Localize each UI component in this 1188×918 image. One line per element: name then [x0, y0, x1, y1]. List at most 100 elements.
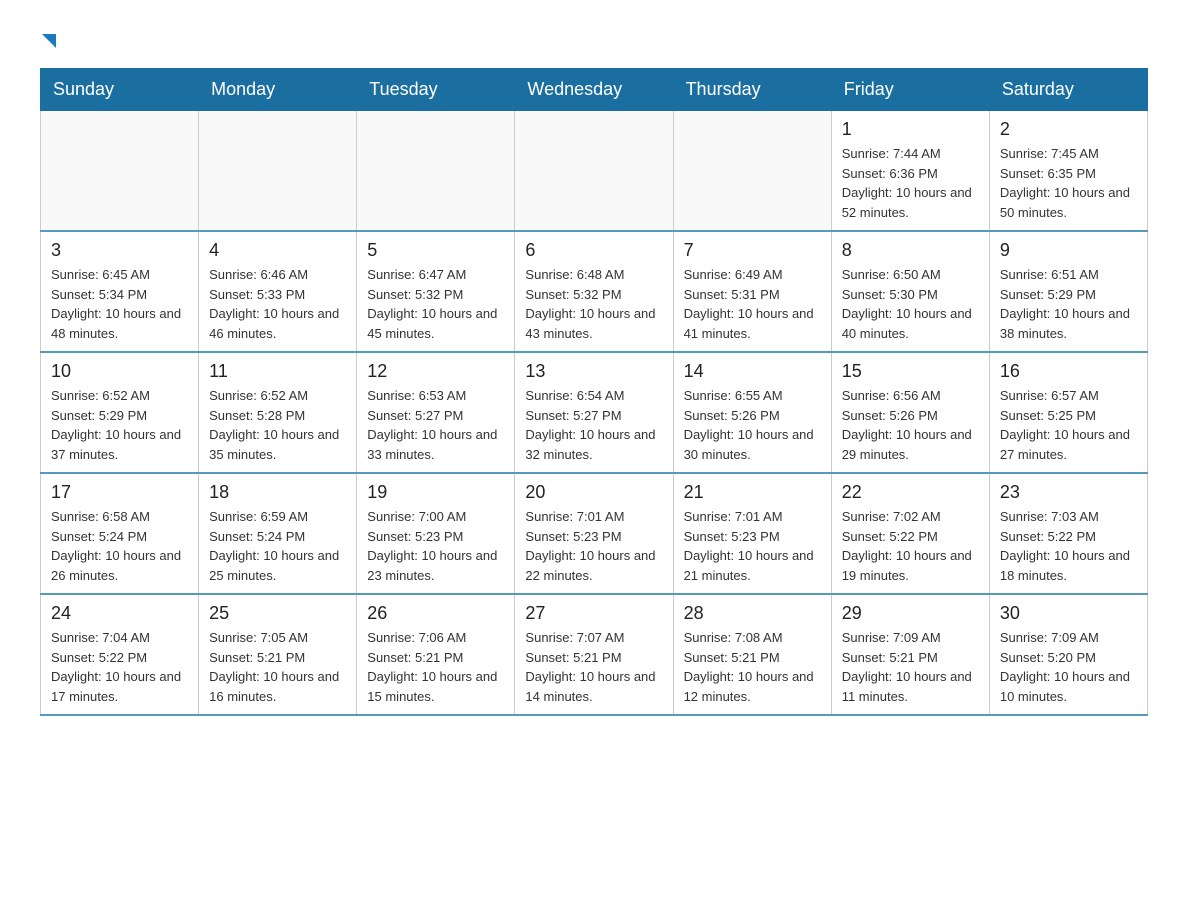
- calendar-cell: 15 Sunrise: 6:56 AM Sunset: 5:26 PM Dayli…: [831, 352, 989, 473]
- day-info: Sunrise: 7:44 AM Sunset: 6:36 PM Dayligh…: [842, 144, 979, 222]
- calendar-cell: 3 Sunrise: 6:45 AM Sunset: 5:34 PM Daylig…: [41, 231, 199, 352]
- calendar-cell: 16 Sunrise: 6:57 AM Sunset: 5:25 PM Dayli…: [989, 352, 1147, 473]
- day-info: Sunrise: 6:52 AM Sunset: 5:29 PM Dayligh…: [51, 386, 188, 464]
- calendar-cell: 10 Sunrise: 6:52 AM Sunset: 5:29 PM Dayli…: [41, 352, 199, 473]
- calendar-cell: 8 Sunrise: 6:50 AM Sunset: 5:30 PM Daylig…: [831, 231, 989, 352]
- day-info: Sunrise: 7:04 AM Sunset: 5:22 PM Dayligh…: [51, 628, 188, 706]
- weekday-row: SundayMondayTuesdayWednesdayThursdayFrid…: [41, 69, 1148, 111]
- week-row-2: 3 Sunrise: 6:45 AM Sunset: 5:34 PM Daylig…: [41, 231, 1148, 352]
- calendar-cell: [515, 111, 673, 232]
- day-number: 14: [684, 361, 821, 382]
- day-number: 3: [51, 240, 188, 261]
- calendar-cell: 23Sunrise: 7:03 AM Sunset: 5:22 PM Dayli…: [989, 473, 1147, 594]
- calendar-cell: 4 Sunrise: 6:46 AM Sunset: 5:33 PM Daylig…: [199, 231, 357, 352]
- day-info: Sunrise: 7:45 AM Sunset: 6:35 PM Dayligh…: [1000, 144, 1137, 222]
- calendar-body: 1 Sunrise: 7:44 AM Sunset: 6:36 PM Daylig…: [41, 111, 1148, 716]
- day-info: Sunrise: 7:09 AM Sunset: 5:21 PM Dayligh…: [842, 628, 979, 706]
- day-info: Sunrise: 7:05 AM Sunset: 5:21 PM Dayligh…: [209, 628, 346, 706]
- calendar-cell: 26 Sunrise: 7:06 AM Sunset: 5:21 PM Dayli…: [357, 594, 515, 715]
- day-number: 9: [1000, 240, 1137, 261]
- day-info: Sunrise: 6:47 AM Sunset: 5:32 PM Dayligh…: [367, 265, 504, 343]
- calendar-table: SundayMondayTuesdayWednesdayThursdayFrid…: [40, 68, 1148, 716]
- calendar-cell: 5 Sunrise: 6:47 AM Sunset: 5:32 PM Daylig…: [357, 231, 515, 352]
- calendar-cell: 9 Sunrise: 6:51 AM Sunset: 5:29 PM Daylig…: [989, 231, 1147, 352]
- page-header: [40, 30, 1148, 48]
- day-number: 25: [209, 603, 346, 624]
- weekday-header-friday: Friday: [831, 69, 989, 111]
- day-info: Sunrise: 7:08 AM Sunset: 5:21 PM Dayligh…: [684, 628, 821, 706]
- day-info: Sunrise: 6:51 AM Sunset: 5:29 PM Dayligh…: [1000, 265, 1137, 343]
- day-number: 1: [842, 119, 979, 140]
- logo-arrow-icon: [42, 34, 56, 48]
- day-info: Sunrise: 7:09 AM Sunset: 5:20 PM Dayligh…: [1000, 628, 1137, 706]
- calendar-cell: 24 Sunrise: 7:04 AM Sunset: 5:22 PM Dayli…: [41, 594, 199, 715]
- day-number: 19: [367, 482, 504, 503]
- day-number: 24: [51, 603, 188, 624]
- day-info: Sunrise: 7:06 AM Sunset: 5:21 PM Dayligh…: [367, 628, 504, 706]
- day-number: 23: [1000, 482, 1137, 503]
- calendar-cell: 25 Sunrise: 7:05 AM Sunset: 5:21 PM Dayli…: [199, 594, 357, 715]
- calendar-cell: 17Sunrise: 6:58 AM Sunset: 5:24 PM Dayli…: [41, 473, 199, 594]
- calendar-cell: 28 Sunrise: 7:08 AM Sunset: 5:21 PM Dayli…: [673, 594, 831, 715]
- calendar-cell: 13 Sunrise: 6:54 AM Sunset: 5:27 PM Dayli…: [515, 352, 673, 473]
- day-number: 26: [367, 603, 504, 624]
- day-info: Sunrise: 6:54 AM Sunset: 5:27 PM Dayligh…: [525, 386, 662, 464]
- day-number: 10: [51, 361, 188, 382]
- day-info: Sunrise: 6:57 AM Sunset: 5:25 PM Dayligh…: [1000, 386, 1137, 464]
- weekday-header-saturday: Saturday: [989, 69, 1147, 111]
- day-number: 5: [367, 240, 504, 261]
- day-info: Sunrise: 7:01 AM Sunset: 5:23 PM Dayligh…: [684, 507, 821, 585]
- logo: [40, 30, 56, 48]
- day-number: 18: [209, 482, 346, 503]
- day-number: 4: [209, 240, 346, 261]
- calendar-cell: 6Sunrise: 6:48 AM Sunset: 5:32 PM Daylig…: [515, 231, 673, 352]
- day-info: Sunrise: 6:49 AM Sunset: 5:31 PM Dayligh…: [684, 265, 821, 343]
- day-number: 27: [525, 603, 662, 624]
- weekday-header-monday: Monday: [199, 69, 357, 111]
- calendar-cell: [199, 111, 357, 232]
- calendar-cell: 12 Sunrise: 6:53 AM Sunset: 5:27 PM Dayli…: [357, 352, 515, 473]
- weekday-header-tuesday: Tuesday: [357, 69, 515, 111]
- day-number: 7: [684, 240, 821, 261]
- calendar-cell: 19 Sunrise: 7:00 AM Sunset: 5:23 PM Dayli…: [357, 473, 515, 594]
- calendar-cell: 22Sunrise: 7:02 AM Sunset: 5:22 PM Dayli…: [831, 473, 989, 594]
- day-info: Sunrise: 7:02 AM Sunset: 5:22 PM Dayligh…: [842, 507, 979, 585]
- calendar-cell: [673, 111, 831, 232]
- week-row-5: 24 Sunrise: 7:04 AM Sunset: 5:22 PM Dayli…: [41, 594, 1148, 715]
- calendar-cell: 30 Sunrise: 7:09 AM Sunset: 5:20 PM Dayli…: [989, 594, 1147, 715]
- calendar-cell: 20 Sunrise: 7:01 AM Sunset: 5:23 PM Dayli…: [515, 473, 673, 594]
- day-info: Sunrise: 6:55 AM Sunset: 5:26 PM Dayligh…: [684, 386, 821, 464]
- calendar-cell: 18Sunrise: 6:59 AM Sunset: 5:24 PM Dayli…: [199, 473, 357, 594]
- calendar-cell: 1 Sunrise: 7:44 AM Sunset: 6:36 PM Daylig…: [831, 111, 989, 232]
- day-info: Sunrise: 6:56 AM Sunset: 5:26 PM Dayligh…: [842, 386, 979, 464]
- day-number: 11: [209, 361, 346, 382]
- day-number: 17: [51, 482, 188, 503]
- day-number: 15: [842, 361, 979, 382]
- calendar-header: SundayMondayTuesdayWednesdayThursdayFrid…: [41, 69, 1148, 111]
- day-number: 28: [684, 603, 821, 624]
- day-info: Sunrise: 6:46 AM Sunset: 5:33 PM Dayligh…: [209, 265, 346, 343]
- day-number: 20: [525, 482, 662, 503]
- week-row-3: 10 Sunrise: 6:52 AM Sunset: 5:29 PM Dayli…: [41, 352, 1148, 473]
- day-number: 16: [1000, 361, 1137, 382]
- day-number: 21: [684, 482, 821, 503]
- day-number: 30: [1000, 603, 1137, 624]
- calendar-cell: 14 Sunrise: 6:55 AM Sunset: 5:26 PM Dayli…: [673, 352, 831, 473]
- weekday-header-sunday: Sunday: [41, 69, 199, 111]
- calendar-cell: 2Sunrise: 7:45 AM Sunset: 6:35 PM Daylig…: [989, 111, 1147, 232]
- day-number: 13: [525, 361, 662, 382]
- calendar-cell: [357, 111, 515, 232]
- calendar-cell: 7 Sunrise: 6:49 AM Sunset: 5:31 PM Daylig…: [673, 231, 831, 352]
- day-number: 29: [842, 603, 979, 624]
- day-info: Sunrise: 6:45 AM Sunset: 5:34 PM Dayligh…: [51, 265, 188, 343]
- day-number: 12: [367, 361, 504, 382]
- day-info: Sunrise: 7:00 AM Sunset: 5:23 PM Dayligh…: [367, 507, 504, 585]
- day-info: Sunrise: 7:01 AM Sunset: 5:23 PM Dayligh…: [525, 507, 662, 585]
- day-number: 6: [525, 240, 662, 261]
- week-row-4: 17Sunrise: 6:58 AM Sunset: 5:24 PM Dayli…: [41, 473, 1148, 594]
- day-number: 8: [842, 240, 979, 261]
- calendar-cell: 27Sunrise: 7:07 AM Sunset: 5:21 PM Dayli…: [515, 594, 673, 715]
- calendar-cell: [41, 111, 199, 232]
- day-info: Sunrise: 6:50 AM Sunset: 5:30 PM Dayligh…: [842, 265, 979, 343]
- day-info: Sunrise: 6:53 AM Sunset: 5:27 PM Dayligh…: [367, 386, 504, 464]
